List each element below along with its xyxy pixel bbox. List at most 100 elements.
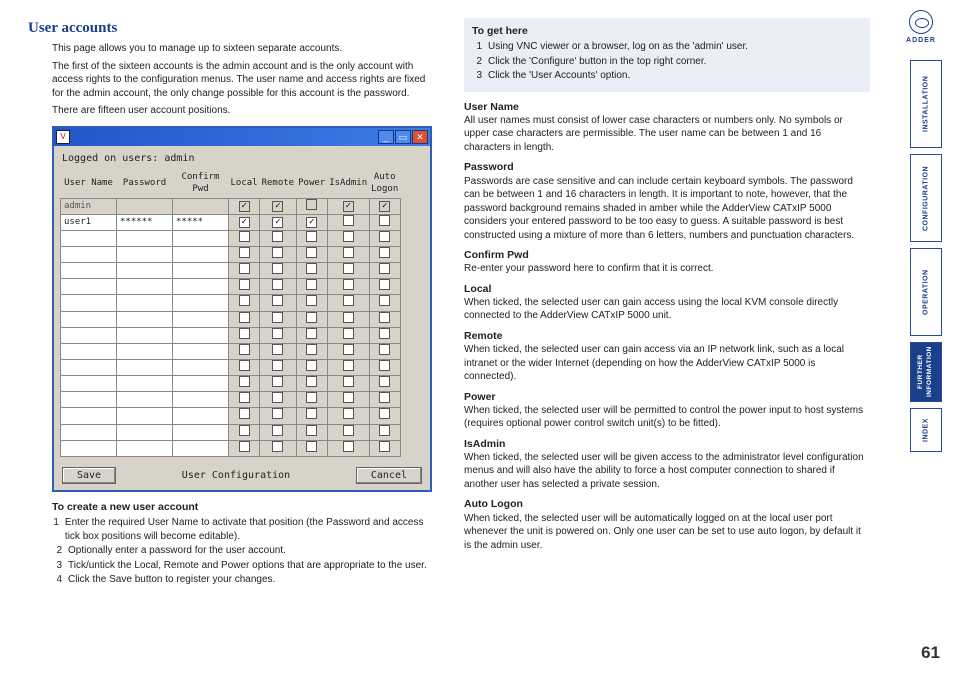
checkbox[interactable] <box>379 231 390 242</box>
text-cell[interactable] <box>173 311 229 327</box>
text-cell[interactable] <box>61 327 117 343</box>
checkbox[interactable] <box>343 392 354 403</box>
text-cell[interactable] <box>61 392 117 408</box>
text-cell[interactable] <box>117 295 173 311</box>
text-cell[interactable]: ***** <box>173 214 229 230</box>
checkbox[interactable] <box>343 263 354 274</box>
cancel-button[interactable]: Cancel <box>356 467 422 485</box>
checkbox[interactable] <box>306 263 317 274</box>
text-cell[interactable] <box>173 376 229 392</box>
checkbox[interactable] <box>306 231 317 242</box>
text-cell[interactable] <box>61 311 117 327</box>
checkbox[interactable] <box>239 263 250 274</box>
checkbox[interactable] <box>239 295 250 306</box>
checkbox[interactable] <box>343 279 354 290</box>
checkbox[interactable] <box>379 344 390 355</box>
checkbox[interactable] <box>272 328 283 339</box>
text-cell[interactable] <box>61 408 117 424</box>
text-cell[interactable] <box>61 343 117 359</box>
text-cell[interactable] <box>173 343 229 359</box>
checkbox[interactable] <box>306 425 317 436</box>
tab-configuration[interactable]: CONFIGURATION <box>910 154 942 242</box>
checkbox[interactable] <box>272 279 283 290</box>
text-cell[interactable] <box>117 311 173 327</box>
checkbox[interactable]: ✓ <box>272 217 283 228</box>
text-cell[interactable] <box>61 246 117 262</box>
checkbox[interactable] <box>272 408 283 419</box>
text-cell[interactable] <box>117 424 173 440</box>
checkbox[interactable] <box>306 344 317 355</box>
checkbox[interactable] <box>272 392 283 403</box>
text-cell[interactable] <box>117 440 173 456</box>
checkbox[interactable] <box>343 344 354 355</box>
checkbox[interactable] <box>343 215 354 226</box>
checkbox[interactable] <box>379 392 390 403</box>
checkbox[interactable] <box>239 392 250 403</box>
text-cell[interactable] <box>61 440 117 456</box>
checkbox[interactable] <box>379 215 390 226</box>
checkbox[interactable] <box>306 360 317 371</box>
checkbox[interactable] <box>379 328 390 339</box>
text-cell[interactable] <box>61 359 117 375</box>
text-cell[interactable] <box>173 392 229 408</box>
checkbox[interactable] <box>343 328 354 339</box>
checkbox[interactable] <box>272 441 283 452</box>
checkbox[interactable] <box>343 408 354 419</box>
checkbox[interactable] <box>272 263 283 274</box>
checkbox[interactable] <box>239 441 250 452</box>
text-cell[interactable] <box>61 230 117 246</box>
checkbox[interactable] <box>379 360 390 371</box>
checkbox[interactable] <box>379 295 390 306</box>
checkbox[interactable] <box>379 263 390 274</box>
checkbox[interactable] <box>343 360 354 371</box>
text-cell[interactable] <box>173 327 229 343</box>
tab-index[interactable]: INDEX <box>910 408 942 452</box>
checkbox[interactable] <box>306 279 317 290</box>
checkbox[interactable] <box>343 441 354 452</box>
text-cell[interactable] <box>117 392 173 408</box>
checkbox[interactable] <box>272 425 283 436</box>
text-cell[interactable] <box>173 295 229 311</box>
checkbox[interactable] <box>239 328 250 339</box>
checkbox[interactable] <box>239 425 250 436</box>
text-cell[interactable] <box>117 263 173 279</box>
checkbox[interactable] <box>306 408 317 419</box>
checkbox[interactable] <box>343 312 354 323</box>
tab-operation[interactable]: OPERATION <box>910 248 942 336</box>
save-button[interactable]: Save <box>62 467 116 485</box>
text-cell[interactable] <box>173 230 229 246</box>
checkbox[interactable] <box>306 392 317 403</box>
text-cell[interactable] <box>173 440 229 456</box>
text-cell[interactable] <box>117 408 173 424</box>
checkbox[interactable] <box>343 231 354 242</box>
checkbox[interactable] <box>306 247 317 258</box>
text-cell[interactable] <box>173 246 229 262</box>
checkbox[interactable] <box>239 408 250 419</box>
checkbox[interactable] <box>343 247 354 258</box>
text-cell[interactable] <box>61 295 117 311</box>
checkbox[interactable]: ✓ <box>306 217 317 228</box>
checkbox[interactable] <box>379 441 390 452</box>
text-cell[interactable] <box>173 279 229 295</box>
checkbox[interactable] <box>272 231 283 242</box>
checkbox[interactable] <box>306 441 317 452</box>
checkbox[interactable] <box>239 344 250 355</box>
checkbox[interactable] <box>272 376 283 387</box>
tab-further-information[interactable]: FURTHER INFORMATION <box>910 342 942 402</box>
checkbox[interactable] <box>379 312 390 323</box>
text-cell[interactable] <box>173 263 229 279</box>
checkbox[interactable] <box>272 247 283 258</box>
checkbox[interactable] <box>239 279 250 290</box>
checkbox[interactable] <box>239 247 250 258</box>
maximize-icon[interactable]: ▭ <box>395 130 411 144</box>
text-cell[interactable] <box>173 359 229 375</box>
text-cell[interactable] <box>61 424 117 440</box>
checkbox[interactable] <box>379 376 390 387</box>
checkbox[interactable] <box>379 425 390 436</box>
text-cell[interactable] <box>61 279 117 295</box>
text-cell[interactable] <box>61 263 117 279</box>
checkbox[interactable] <box>379 247 390 258</box>
close-icon[interactable]: ✕ <box>412 130 428 144</box>
checkbox[interactable] <box>272 360 283 371</box>
checkbox[interactable] <box>379 408 390 419</box>
